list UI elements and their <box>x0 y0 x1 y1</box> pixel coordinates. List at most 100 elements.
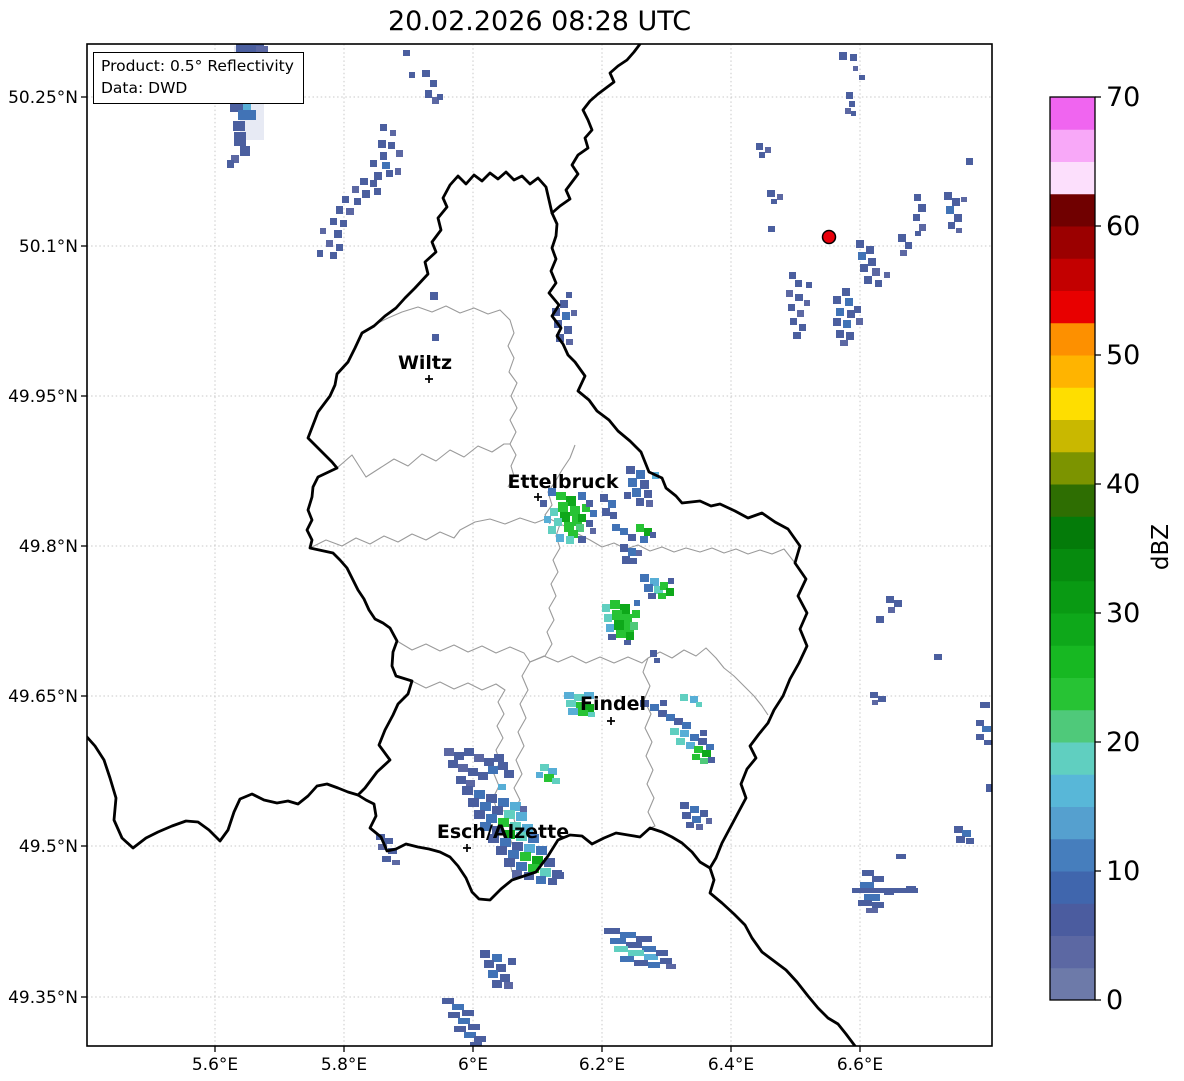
radar-echo-cell <box>448 1012 460 1018</box>
radar-echo-cell <box>494 754 504 762</box>
radar-echo-cell <box>849 101 855 107</box>
radar-echo-cell <box>556 492 566 500</box>
colorbar-segment <box>1050 451 1095 485</box>
radar-echo-cell <box>859 75 865 80</box>
radar-echo-cell <box>227 160 234 168</box>
radar-echo-cell <box>790 318 797 325</box>
radar-echo-cell <box>484 758 494 766</box>
radar-echo-cell <box>954 214 962 222</box>
radar-echo-cell <box>919 224 926 231</box>
radar-echo-cell <box>666 588 674 596</box>
colorbar-segment <box>1050 677 1095 711</box>
colorbar-segment <box>1050 548 1095 582</box>
y-tick-label: 49.8°N <box>19 537 78 557</box>
radar-echo-cell <box>468 1024 480 1030</box>
radar-echo-cell <box>644 954 658 960</box>
radar-echo-cell <box>768 226 775 232</box>
radar-echo-cell <box>632 488 641 497</box>
radar-echo-cell <box>524 844 535 853</box>
plot-frame <box>86 43 993 1047</box>
radar-echo-cell <box>872 876 884 882</box>
radar-echo-cell <box>620 528 628 535</box>
colorbar-tick-label: 30 <box>1106 598 1140 629</box>
radar-echo-cell <box>556 872 564 879</box>
radar-echo-cell <box>238 110 256 120</box>
radar-echo-cell <box>474 810 485 819</box>
radar-echo-cell <box>642 946 656 952</box>
radar-echo-cell <box>636 470 645 479</box>
radar-echo-cell <box>656 950 668 956</box>
radar-echo-cell <box>696 702 702 707</box>
radar-echo-cell <box>612 524 620 531</box>
radar-echo-cell <box>390 130 396 136</box>
radar-echo-cell <box>913 214 920 221</box>
radar-echo-cell <box>628 950 644 956</box>
radar-echo-cell <box>586 500 593 507</box>
radar-echo-cell <box>608 500 616 508</box>
radar-echo-cell <box>516 862 527 871</box>
radar-echo-cell <box>644 490 652 498</box>
radar-echo-cell <box>858 900 872 906</box>
district-border <box>309 517 796 564</box>
radar-echo-cell <box>956 836 965 843</box>
city-label: Ettelbruck <box>508 471 619 493</box>
radar-echo-cell <box>694 746 703 753</box>
radar-echo-cell <box>626 466 635 474</box>
radar-echo-cell <box>354 198 361 205</box>
radar-echo-cell <box>550 508 558 516</box>
colorbar-tick-label: 10 <box>1106 856 1140 887</box>
radar-echo-cell <box>409 72 415 78</box>
colorbar-tick-label: 0 <box>1106 985 1123 1016</box>
radar-echo-cell <box>636 936 652 942</box>
colorbar-segment <box>1050 226 1095 259</box>
colorbar-segment <box>1050 871 1095 904</box>
radar-echo-cell <box>374 188 381 195</box>
radar-echo-cell <box>636 524 644 532</box>
radar-site-marker <box>821 229 837 245</box>
colorbar-tick-label: 40 <box>1106 469 1140 500</box>
radar-echo-cell <box>898 234 906 242</box>
radar-echo-cell <box>378 140 386 148</box>
radar-echo-cell <box>700 810 708 817</box>
radar-echo-cell <box>886 596 894 603</box>
radar-echo-cell <box>504 810 515 819</box>
radar-echo-cell <box>432 334 439 341</box>
radar-echo-cell <box>456 776 466 784</box>
radar-echo-cell <box>952 198 960 206</box>
radar-echo-cell <box>980 702 990 708</box>
radar-echo-cell <box>392 860 400 865</box>
radar-echo-cell <box>458 764 468 772</box>
radar-echo-cell <box>666 964 676 969</box>
radar-echo-cell <box>508 850 519 859</box>
radar-echo-cell <box>806 282 812 288</box>
radar-echo-cell <box>610 512 617 519</box>
radar-echo-cell <box>395 168 401 175</box>
colorbar-segment <box>1050 290 1095 324</box>
radar-echo-cell <box>462 1010 474 1016</box>
radar-echo-cell <box>334 230 342 238</box>
radar-echo-cell <box>793 332 801 339</box>
colorbar-segment <box>1050 806 1095 840</box>
radar-echo-cell <box>636 550 642 556</box>
colorbar-segment <box>1050 97 1095 130</box>
figure-title: 20.02.2026 08:28 UTC <box>387 6 692 37</box>
radar-echo-cell <box>680 730 689 737</box>
radar-echo-cell <box>690 806 699 813</box>
radar-echo-cell <box>548 526 556 534</box>
radar-echo-cell <box>454 1026 466 1032</box>
y-tick-label: 49.65°N <box>8 687 78 707</box>
colorbar-segment <box>1050 161 1095 195</box>
radar-echo-cell <box>884 890 894 895</box>
colorbar-unit-text: dBZ <box>1148 523 1175 571</box>
radar-echo-cell <box>654 658 660 663</box>
radar-echo-cell <box>845 108 851 114</box>
radar-echo-cell <box>686 822 694 828</box>
radar-echo-cell <box>602 508 610 516</box>
radar-echo-cell <box>336 244 343 251</box>
radar-echo-cell <box>612 610 622 620</box>
radar-echo-cell <box>586 520 593 527</box>
radar-echo-cell <box>452 1004 464 1010</box>
radar-echo-cell <box>860 882 874 888</box>
radar-echo-cell <box>644 584 653 592</box>
colorbar-segment <box>1050 193 1095 227</box>
